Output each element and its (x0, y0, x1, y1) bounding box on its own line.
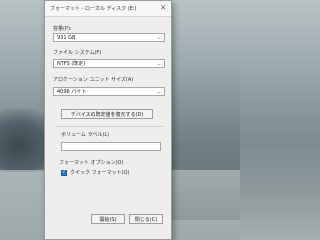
dialog-title: フォーマット - ローカル ディスク (E:) (50, 6, 137, 12)
filesystem-select[interactable]: NTFS (既定) ⌄ (53, 59, 165, 68)
chevron-down-icon: ⌄ (156, 60, 161, 67)
start-button[interactable]: 開始(S) (91, 214, 125, 224)
quick-format-row[interactable]: ✓ クイック フォーマット(Q) (61, 169, 129, 176)
chevron-down-icon: ⌄ (156, 34, 161, 41)
filesystem-label: ファイル システム(F) (53, 50, 102, 56)
quick-format-checkbox[interactable]: ✓ (61, 169, 67, 176)
capacity-label: 容量(P): (53, 26, 72, 32)
dialog-titlebar: フォーマット - ローカル ディスク (E:) ✕ (45, 1, 171, 17)
format-options-label: フォーマット オプション(O) (59, 160, 124, 166)
volume-label: ボリューム ラベル(L) (61, 132, 110, 138)
divider (55, 126, 163, 127)
allocation-label: アロケーション ユニット サイズ(A) (53, 77, 134, 83)
chevron-down-icon: ⌄ (156, 88, 161, 95)
capacity-select[interactable]: 931 GB ⌄ (53, 33, 165, 42)
format-dialog: フォーマット - ローカル ディスク (E:) ✕ 容量(P): 931 GB … (44, 0, 172, 240)
close-button[interactable]: 閉じる(C) (129, 214, 163, 224)
close-icon[interactable]: ✕ (160, 5, 166, 12)
volume-label-input[interactable] (61, 142, 161, 151)
quick-format-label: クイック フォーマット(Q) (70, 170, 130, 176)
restore-defaults-button[interactable]: デバイスの既定値を復元する(D) (61, 109, 153, 119)
allocation-select[interactable]: 4096 バイト ⌄ (53, 87, 165, 96)
filesystem-value: NTFS (既定) (57, 61, 86, 67)
allocation-value: 4096 バイト (57, 89, 87, 95)
capacity-value: 931 GB (57, 34, 76, 41)
